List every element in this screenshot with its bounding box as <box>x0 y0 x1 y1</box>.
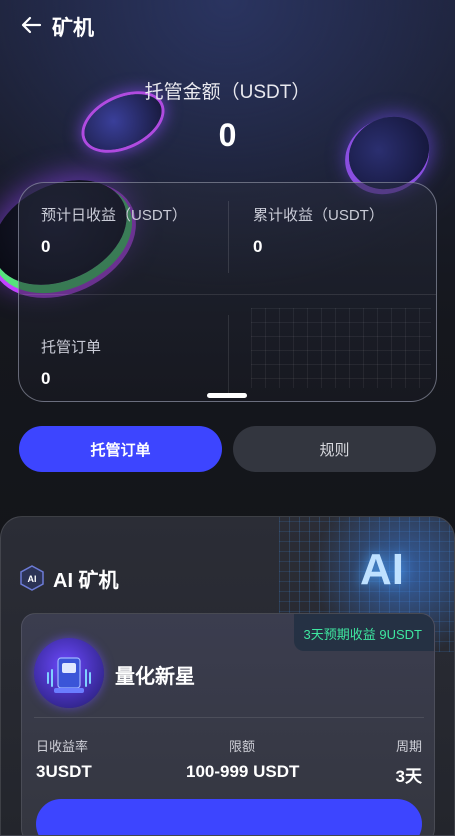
divider <box>228 315 229 395</box>
custody-orders-button[interactable]: 托管订单 <box>19 426 222 472</box>
ai-decoration-text: AI <box>360 545 404 594</box>
limit-label: 限额 <box>229 739 256 754</box>
limit-value: 100-999 USDT <box>186 762 300 781</box>
custody-amount-label: 托管金额（USDT） <box>144 82 311 103</box>
ai-badge-text: AI <box>28 574 37 584</box>
total-earnings-label: 累计收益（USDT） <box>253 207 384 224</box>
ai-badge-icon: AI <box>20 565 44 591</box>
rules-button[interactable]: 规则 <box>233 426 436 472</box>
custody-orders-label: 托管订单 <box>41 339 102 356</box>
divider <box>19 294 436 295</box>
stats-card: 预计日收益（USDT） 0 累计收益（USDT） 0 托管订单 0 <box>18 182 437 402</box>
grid-decoration <box>251 308 431 388</box>
period-value: 3天 <box>395 767 422 786</box>
product-name: 量化新星 <box>115 666 195 688</box>
robot-icon <box>47 657 91 693</box>
product-action-button[interactable] <box>36 799 422 835</box>
ai-miner-section: AI AI AI 矿机 3天预期收益 9USDT 量化新星 日收益率 限额 周期… <box>0 516 455 836</box>
product-icon <box>34 638 104 708</box>
drag-handle[interactable] <box>207 393 247 398</box>
period-label: 周期 <box>395 739 422 754</box>
page-title: 矿机 <box>52 17 94 40</box>
daily-rate-label: 日收益率 <box>36 739 89 754</box>
daily-rate-value: 3USDT <box>36 762 92 781</box>
daily-earnings-label: 预计日收益（USDT） <box>41 207 187 224</box>
divider <box>34 717 424 718</box>
expected-yield-tag: 3天预期收益 9USDT <box>293 614 434 651</box>
section-title: AI 矿机 <box>53 570 119 592</box>
custody-orders-value: 0 <box>41 369 51 388</box>
custody-amount-value: 0 <box>218 117 237 153</box>
divider <box>228 201 229 273</box>
total-earnings-value: 0 <box>253 237 263 256</box>
daily-earnings-value: 0 <box>41 237 51 256</box>
arrow-left-icon[interactable] <box>20 14 42 36</box>
top-bar: 矿机 <box>0 0 455 50</box>
product-card[interactable]: 3天预期收益 9USDT 量化新星 日收益率 限额 周期 3USDT 100-9… <box>21 613 435 835</box>
